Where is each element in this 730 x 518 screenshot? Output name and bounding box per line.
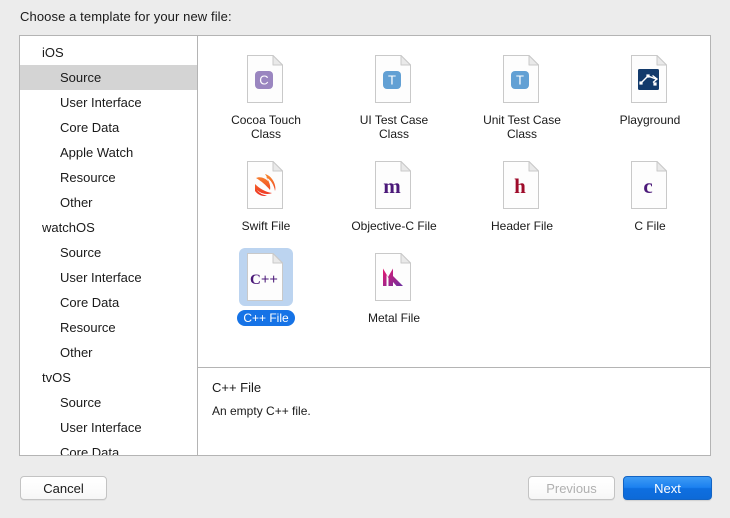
next-button[interactable]: Next: [623, 476, 712, 500]
swift-file-icon: [239, 156, 293, 214]
description-text: An empty C++ file.: [212, 404, 311, 418]
sidebar-item-ios-apple-watch[interactable]: Apple Watch: [20, 140, 197, 165]
cancel-button[interactable]: Cancel: [20, 476, 107, 500]
template-item-cocoa-touch-class[interactable]: C Cocoa Touch Class: [206, 50, 326, 142]
sidebar-item-watchos-resource[interactable]: Resource: [20, 315, 197, 340]
cocoa-touch-class-icon: C: [239, 50, 293, 108]
description-title: C++ File: [212, 380, 262, 395]
page-title: Choose a template for your new file:: [20, 9, 232, 24]
sidebar-group-tvos: tvOS: [42, 370, 71, 385]
svg-text:T: T: [516, 73, 524, 88]
cpp-file-icon: C++: [239, 248, 293, 306]
previous-button[interactable]: Previous: [528, 476, 615, 500]
svg-text:c: c: [643, 174, 652, 198]
sidebar-item-ios-other[interactable]: Other: [20, 190, 197, 215]
svg-text:C++: C++: [250, 272, 278, 288]
header-file-icon: h: [495, 156, 549, 214]
metal-file-icon: [367, 248, 421, 306]
svg-text:m: m: [383, 174, 401, 198]
dialog-footer: Cancel Previous Next: [0, 466, 730, 518]
sidebar-item-watchos-other[interactable]: Other: [20, 340, 197, 365]
template-item-unit-test-case-class[interactable]: T Unit Test Case Class: [462, 50, 582, 142]
playground-icon: [623, 50, 677, 108]
sidebar-item-watchos-user-interface[interactable]: User Interface: [20, 265, 197, 290]
sidebar-item-ios-user-interface[interactable]: User Interface: [20, 90, 197, 115]
c-file-icon: c: [623, 156, 677, 214]
template-chooser-panel: iOS Source User Interface Core Data Apple Wa…: [19, 35, 711, 456]
template-item-swift-file[interactable]: Swift File: [206, 156, 326, 234]
sidebar-item-tvos-core-data[interactable]: Core Data: [20, 440, 197, 455]
template-grid[interactable]: C Cocoa Touch Class T UI Test Case Class T Un…: [198, 36, 710, 367]
template-item-c-file[interactable]: c C File: [590, 156, 710, 234]
svg-text:C: C: [259, 73, 268, 88]
template-item-objective-c-file[interactable]: m Objective-C File: [334, 156, 454, 234]
template-item-c-file[interactable]: C++ C++ File: [206, 248, 326, 326]
template-item-metal-file[interactable]: Metal File: [334, 248, 454, 326]
unit-test-case-class-icon: T: [495, 50, 549, 108]
sidebar-group-watchos: watchOS: [42, 220, 95, 235]
template-pane: C Cocoa Touch Class T UI Test Case Class T Un…: [198, 36, 710, 455]
template-item-playground[interactable]: Playground: [590, 50, 710, 142]
template-label: C++ File: [237, 310, 295, 326]
sidebar-item-watchos-core-data[interactable]: Core Data: [20, 290, 197, 315]
sidebar-group-ios: iOS: [42, 45, 64, 60]
template-label: C File: [634, 219, 666, 233]
sidebar-item-ios-core-data[interactable]: Core Data: [20, 115, 197, 140]
template-item-ui-test-case-class[interactable]: T UI Test Case Class: [334, 50, 454, 142]
category-sidebar[interactable]: iOS Source User Interface Core Data Apple Wa…: [20, 36, 198, 455]
sidebar-item-ios-resource[interactable]: Resource: [20, 165, 197, 190]
template-label: Unit Test Case Class: [483, 113, 561, 141]
template-label: Swift File: [241, 219, 291, 233]
template-label: UI Test Case Class: [359, 113, 429, 141]
template-item-header-file[interactable]: h Header File: [462, 156, 582, 234]
template-label: Header File: [490, 219, 554, 233]
svg-text:T: T: [388, 73, 396, 88]
template-label: Playground: [619, 113, 681, 127]
template-description-panel: C++ File An empty C++ file.: [198, 367, 710, 455]
sidebar-item-tvos-source[interactable]: Source: [20, 390, 197, 415]
sidebar-item-watchos-source[interactable]: Source: [20, 240, 197, 265]
sidebar-item-tvos-user-interface[interactable]: User Interface: [20, 415, 197, 440]
objective-c-file-icon: m: [367, 156, 421, 214]
template-label: Objective-C File: [351, 219, 437, 233]
template-label: Cocoa Touch Class: [231, 113, 301, 141]
sidebar-item-ios-source[interactable]: Source: [20, 65, 197, 90]
ui-test-case-class-icon: T: [367, 50, 421, 108]
template-label: Metal File: [367, 311, 420, 325]
svg-text:h: h: [514, 174, 526, 198]
